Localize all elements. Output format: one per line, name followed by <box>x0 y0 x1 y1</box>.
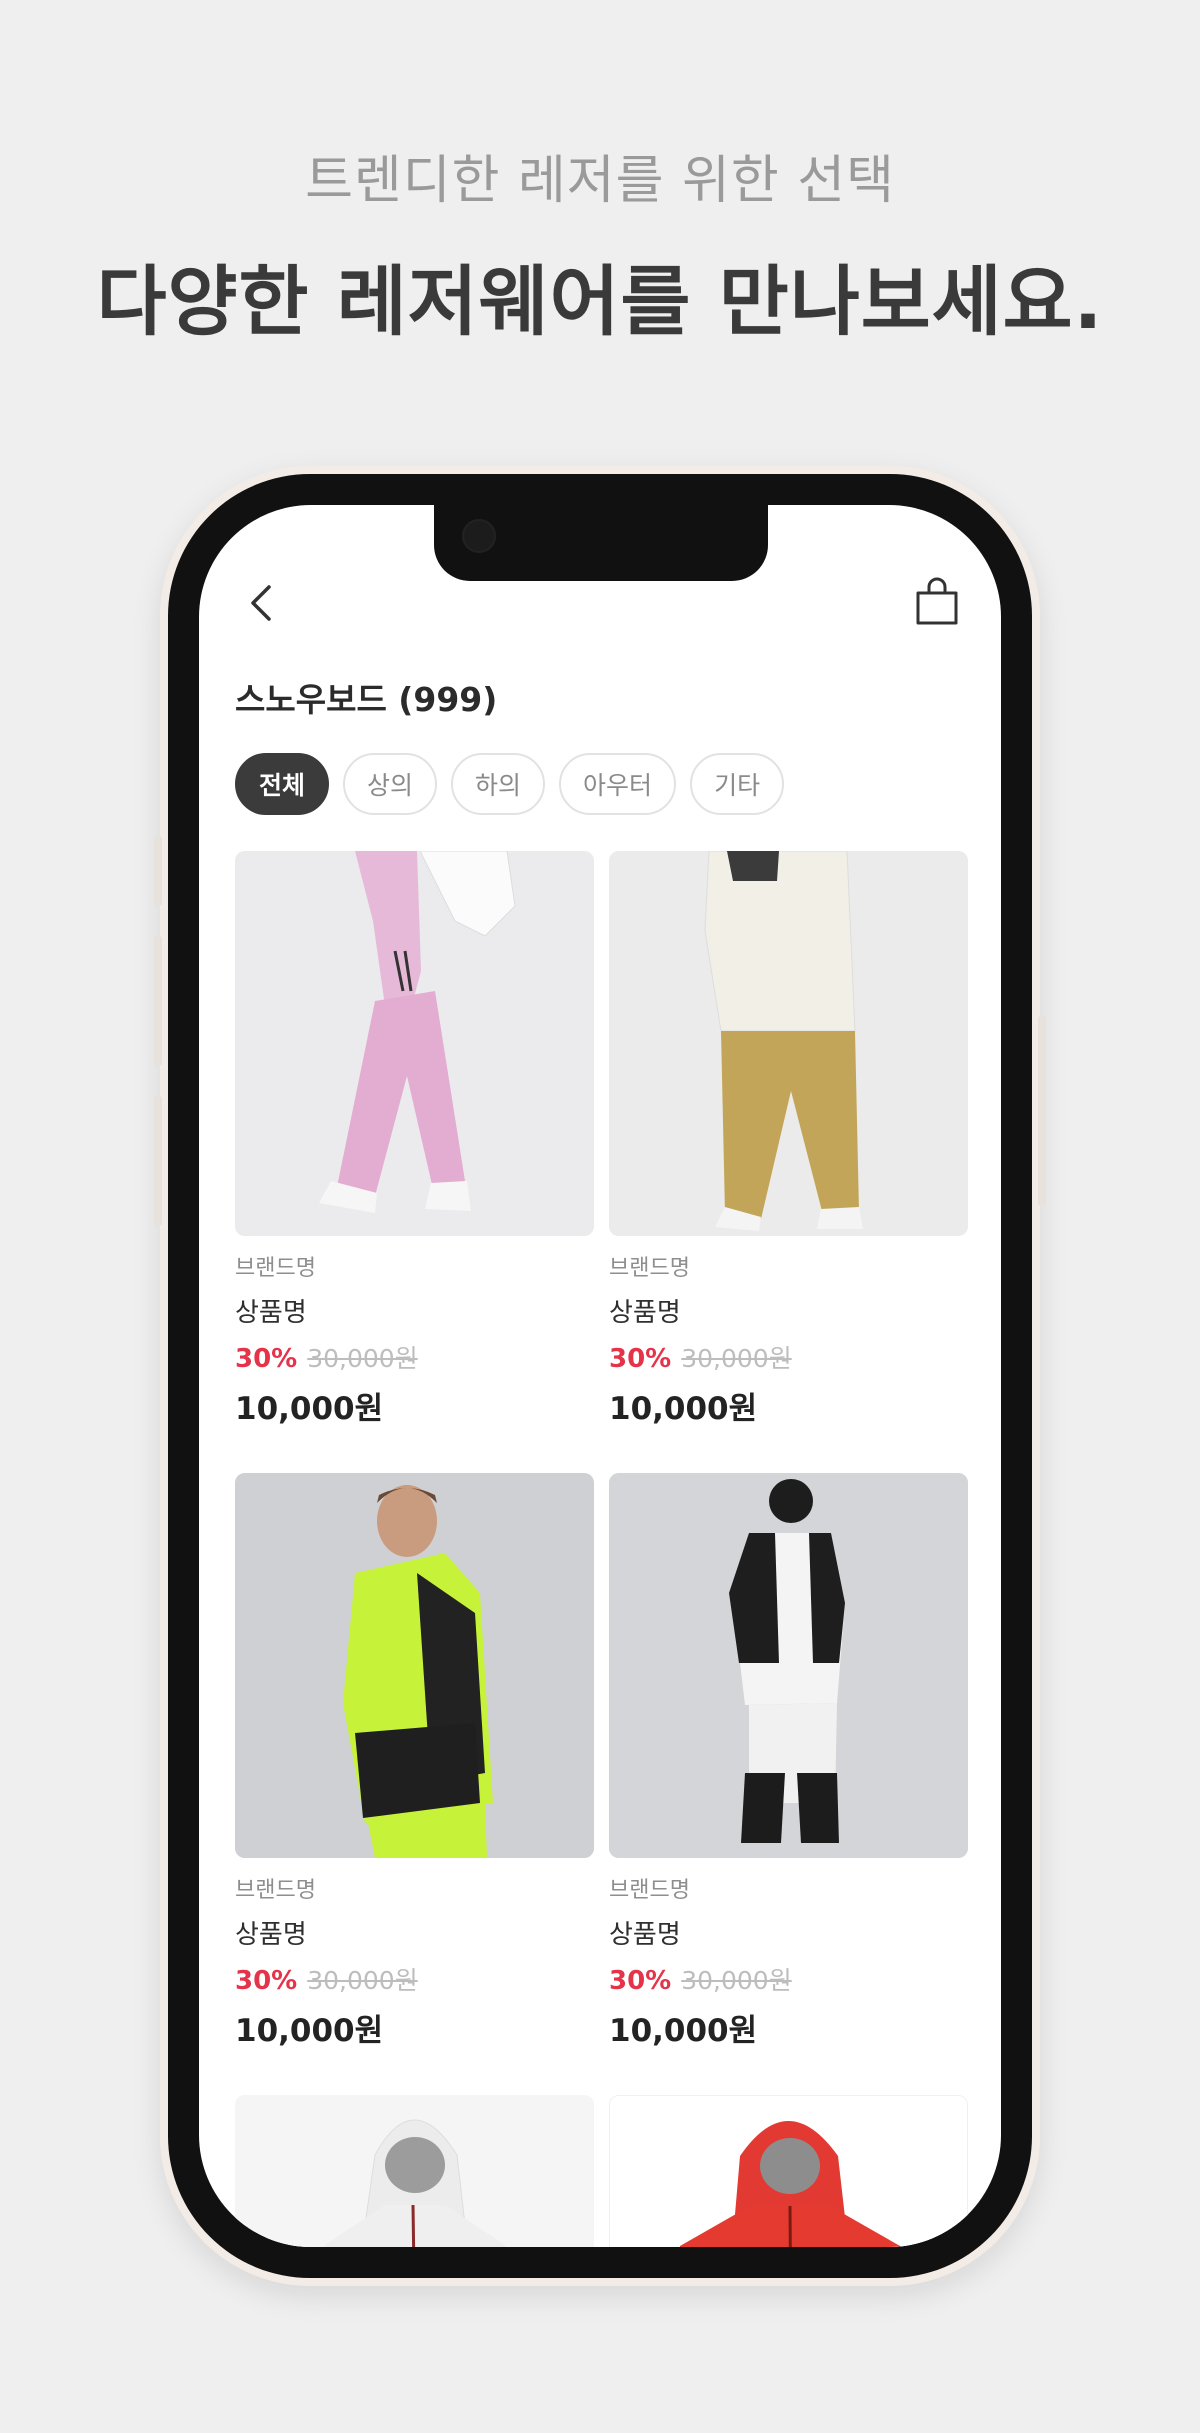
filter-chips: 전체 상의 하의 아우터 기타 <box>235 753 798 819</box>
filter-chip-outerwear[interactable]: 아우터 <box>559 753 677 815</box>
original-price: 30,000원 <box>681 1966 792 1995</box>
price-row: 30% 30,000원 <box>235 1961 594 1997</box>
original-price: 30,000원 <box>681 1344 792 1373</box>
phone-side-button <box>154 836 162 906</box>
price-row: 30% 30,000원 <box>235 1339 594 1375</box>
product-image[interactable] <box>609 2095 968 2247</box>
sale-price: 10,000원 <box>609 2013 758 2049</box>
product-image[interactable] <box>235 2095 594 2247</box>
shopping-bag-icon <box>916 577 958 625</box>
price-row: 30% 30,000원 <box>609 1961 968 1997</box>
discount-rate: 30% <box>235 1344 298 1374</box>
product-image[interactable] <box>235 851 594 1236</box>
sale-price: 10,000원 <box>235 2013 384 2049</box>
product-card[interactable]: 브랜드명 상품명 30% 30,000원 10,000원 <box>609 1473 968 2050</box>
front-camera <box>462 519 496 553</box>
discount-rate: 30% <box>235 1966 298 1996</box>
phone-volume-up <box>154 936 162 1066</box>
product-card[interactable]: 브랜드명 상품명 30% 30,000원 10,000원 <box>235 1473 594 2050</box>
product-card[interactable]: 브랜드명 상품명 30% 30,000원 10,000원 <box>609 851 968 1428</box>
product-brand: 브랜드명 <box>609 1878 690 1903</box>
promo-subtitle: 트렌디한 레저를 위한 선택 <box>305 151 895 211</box>
filter-chip-tops[interactable]: 상의 <box>343 753 438 815</box>
product-name: 상품명 <box>235 1298 307 1328</box>
phone-power-button <box>1038 1016 1046 1206</box>
chevron-left-icon <box>251 585 271 621</box>
phone-notch <box>434 505 768 581</box>
phone-screen: 스노우보드 (999) 전체 상의 하의 아우터 기타 브랜드명 상품명 30%… <box>199 505 1001 2247</box>
product-name: 상품명 <box>609 1920 681 1950</box>
discount-rate: 30% <box>609 1966 672 1996</box>
original-price: 30,000원 <box>307 1344 418 1373</box>
sale-price: 10,000원 <box>609 1391 758 1427</box>
product-image[interactable] <box>235 1473 594 1858</box>
category-title: 스노우보드 (999) <box>235 680 498 719</box>
product-image[interactable] <box>609 1473 968 1858</box>
product-name: 상품명 <box>235 1920 307 1950</box>
filter-chip-all[interactable]: 전체 <box>235 753 330 815</box>
product-brand: 브랜드명 <box>235 1256 316 1281</box>
filter-chip-bottoms[interactable]: 하의 <box>451 753 546 815</box>
product-card[interactable] <box>609 2095 968 2247</box>
product-image[interactable] <box>609 851 968 1236</box>
product-brand: 브랜드명 <box>235 1878 316 1903</box>
price-row: 30% 30,000원 <box>609 1339 968 1375</box>
phone-volume-down <box>154 1096 162 1226</box>
product-card[interactable]: 브랜드명 상품명 30% 30,000원 10,000원 <box>235 851 594 1428</box>
back-button[interactable] <box>239 575 287 631</box>
promo-title: 다양한 레저웨어를 만나보세요. <box>96 257 1104 346</box>
product-brand: 브랜드명 <box>609 1256 690 1281</box>
product-card[interactable] <box>235 2095 594 2247</box>
shopping-bag-button[interactable] <box>912 573 962 629</box>
sale-price: 10,000원 <box>235 1391 384 1427</box>
discount-rate: 30% <box>609 1344 672 1374</box>
original-price: 30,000원 <box>307 1966 418 1995</box>
filter-chip-etc[interactable]: 기타 <box>690 753 785 815</box>
product-name: 상품명 <box>609 1298 681 1328</box>
